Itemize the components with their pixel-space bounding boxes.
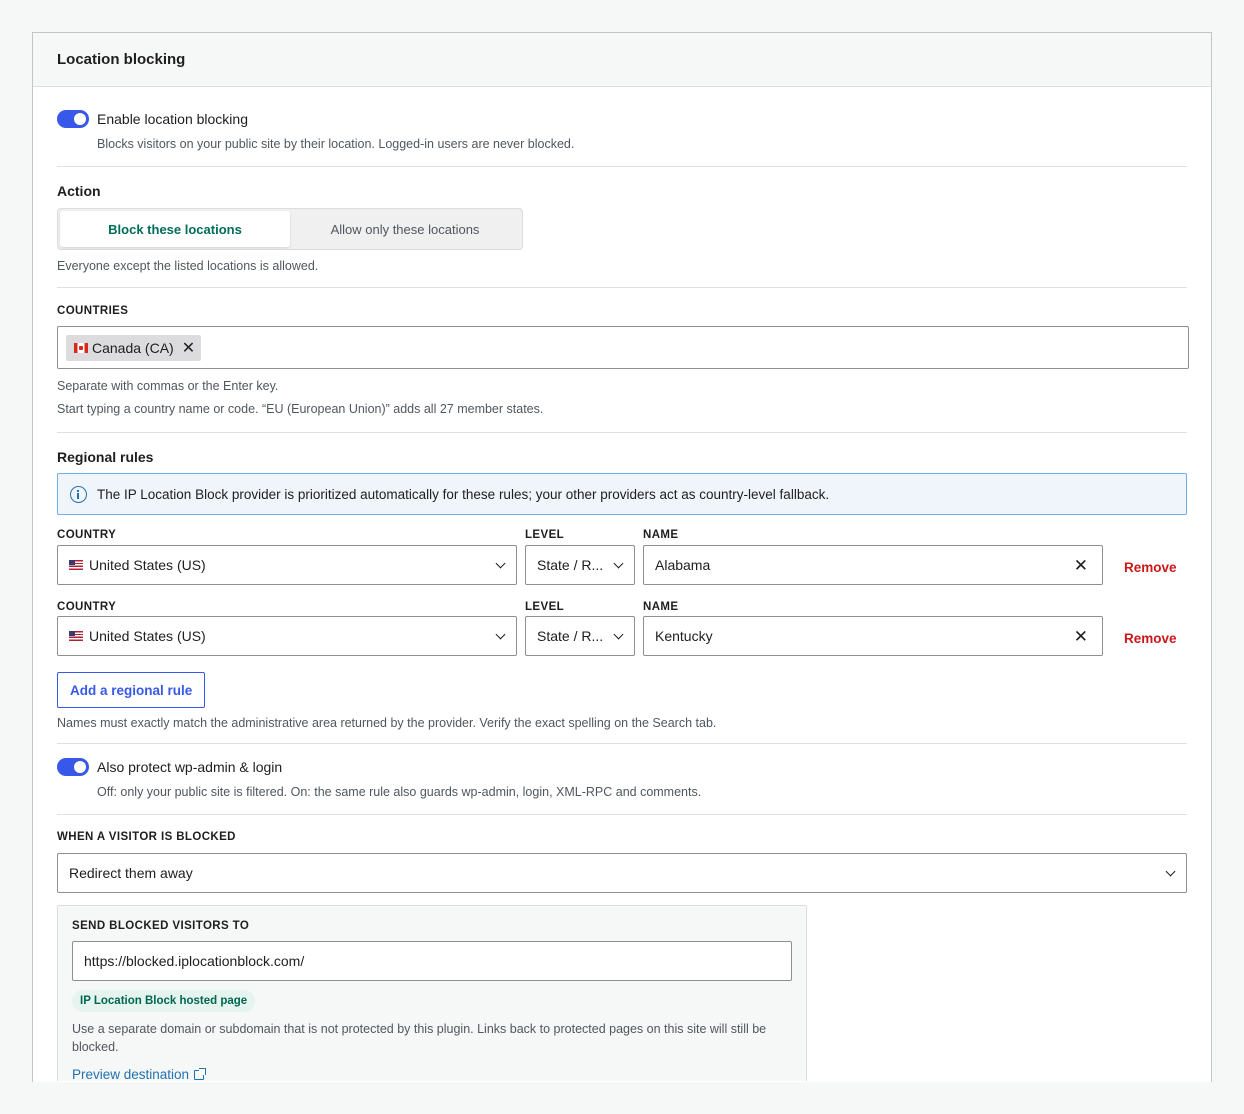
flag-us-icon [69, 631, 83, 641]
token-label: Canada (CA) [92, 339, 174, 356]
rule-name-input[interactable]: Kentucky ✕ [643, 616, 1103, 656]
toggle-knob [74, 761, 86, 773]
countries-section: COUNTRIES Canada (CA) ✕ Separate with co… [57, 288, 1189, 433]
rule-country-select[interactable]: United States (US) [57, 545, 517, 585]
name-label: NAME [643, 601, 679, 613]
regional-rules-help: Names must exactly match the administrat… [57, 716, 717, 730]
country-label: COUNTRY [57, 529, 117, 541]
remove-rule-button[interactable]: Remove [1124, 631, 1177, 646]
chevron-down-icon [613, 558, 624, 569]
preview-destination-label: Preview destination [72, 1067, 190, 1082]
redirect-url-value: https://blocked.iplocationblock.com/ [84, 953, 305, 969]
action-heading: Action [57, 183, 101, 199]
level-label: LEVEL [525, 601, 565, 613]
protect-help: Off: only your public site is filtered. … [97, 785, 702, 799]
chevron-down-icon [613, 629, 624, 640]
redirect-settings-box: SEND BLOCKED VISITORS TO https://blocked… [57, 905, 807, 1082]
countries-heading: COUNTRIES [57, 305, 129, 317]
rule-name-value: Alabama [655, 557, 711, 573]
notice-text: The IP Location Block provider is priori… [97, 486, 830, 502]
enable-section: Enable location blocking Blocks visitors… [57, 87, 1187, 167]
toggle-knob [74, 113, 86, 125]
country-token-canada: Canada (CA) ✕ [66, 334, 202, 361]
remove-token-icon[interactable]: ✕ [182, 338, 195, 358]
clear-icon[interactable]: ✕ [1074, 627, 1088, 647]
rule-level-value: State / R... [537, 628, 604, 644]
enable-location-blocking-toggle[interactable] [57, 110, 89, 128]
panel-header: Location blocking [33, 33, 1211, 87]
external-link-icon [194, 1067, 207, 1080]
regional-rule-row: COUNTRY LEVEL NAME United States (US) St… [57, 529, 1187, 601]
preview-wrap: Preview destination [72, 1066, 792, 1082]
protect-section: Also protect wp-admin & login Off: only … [57, 744, 1187, 815]
enable-toggle-row: Enable location blocking [57, 110, 1187, 128]
preview-destination-link[interactable]: Preview destination [72, 1067, 207, 1082]
action-segmented-control: Block these locations Allow only these l… [57, 208, 523, 250]
send-blocked-heading: SEND BLOCKED VISITORS TO [72, 920, 250, 932]
rule-country-select[interactable]: United States (US) [57, 616, 517, 656]
redirect-help: Use a separate domain or subdomain that … [72, 1022, 767, 1054]
rule-country-value: United States (US) [89, 628, 206, 644]
rule-country-value: United States (US) [89, 557, 206, 573]
chevron-down-icon [495, 629, 506, 640]
chevron-down-icon [1165, 866, 1176, 877]
hosted-page-badge: IP Location Block hosted page [72, 990, 256, 1012]
block-these-locations-option[interactable]: Block these locations [60, 211, 290, 247]
enable-help: Blocks visitors on your public site by t… [97, 137, 575, 151]
level-label: LEVEL [525, 529, 565, 541]
regional-rules-heading: Regional rules [57, 449, 154, 465]
regional-rule-row: COUNTRY LEVEL NAME United States (US) St… [57, 601, 1187, 673]
rule-name-value: Kentucky [655, 628, 713, 644]
name-label: NAME [643, 529, 679, 541]
allow-only-these-locations-option[interactable]: Allow only these locations [290, 211, 520, 247]
action-section: Action Block these locations Allow only … [57, 167, 1187, 288]
country-label: COUNTRY [57, 601, 117, 613]
flag-ca-icon [74, 342, 88, 353]
badge-wrap: IP Location Block hosted page [72, 990, 792, 1012]
remove-rule-button[interactable]: Remove [1124, 560, 1177, 575]
location-blocking-panel: Location blocking Enable location blocki… [32, 32, 1212, 1082]
info-icon [70, 485, 87, 503]
blocked-action-value: Redirect them away [69, 865, 193, 881]
panel-body: Enable location blocking Blocks visitors… [33, 87, 1211, 1082]
blocked-section: WHEN A VISITOR IS BLOCKED Redirect them … [57, 815, 1187, 1082]
regional-rules-section: Regional rules The IP Location Block pro… [57, 433, 1187, 744]
redirect-url-input[interactable]: https://blocked.iplocationblock.com/ [72, 941, 792, 981]
regional-rules-notice: The IP Location Block provider is priori… [57, 473, 1187, 515]
when-blocked-heading: WHEN A VISITOR IS BLOCKED [57, 831, 236, 843]
protect-toggle-label: Also protect wp-admin & login [97, 759, 283, 775]
rule-level-select[interactable]: State / R... [525, 616, 635, 656]
protect-wp-admin-toggle[interactable] [57, 758, 89, 776]
protect-toggle-row: Also protect wp-admin & login [57, 758, 1187, 776]
chevron-down-icon [495, 558, 506, 569]
blocked-action-select[interactable]: Redirect them away [57, 853, 1187, 893]
rule-level-select[interactable]: State / R... [525, 545, 635, 585]
rule-level-value: State / R... [537, 557, 604, 573]
countries-token-field[interactable]: Canada (CA) ✕ [57, 326, 1189, 369]
add-regional-rule-button[interactable]: Add a regional rule [57, 672, 206, 708]
countries-help-2: Start typing a country name or code. “EU… [57, 402, 544, 416]
countries-help-1: Separate with commas or the Enter key. [57, 379, 279, 393]
clear-icon[interactable]: ✕ [1074, 556, 1088, 576]
rule-name-input[interactable]: Alabama ✕ [643, 545, 1103, 585]
flag-us-icon [69, 560, 83, 570]
action-help: Everyone except the listed locations is … [57, 259, 319, 273]
enable-toggle-label: Enable location blocking [97, 111, 248, 127]
add-rule-wrap: Add a regional rule [57, 672, 1187, 708]
panel-title: Location blocking [57, 51, 186, 68]
